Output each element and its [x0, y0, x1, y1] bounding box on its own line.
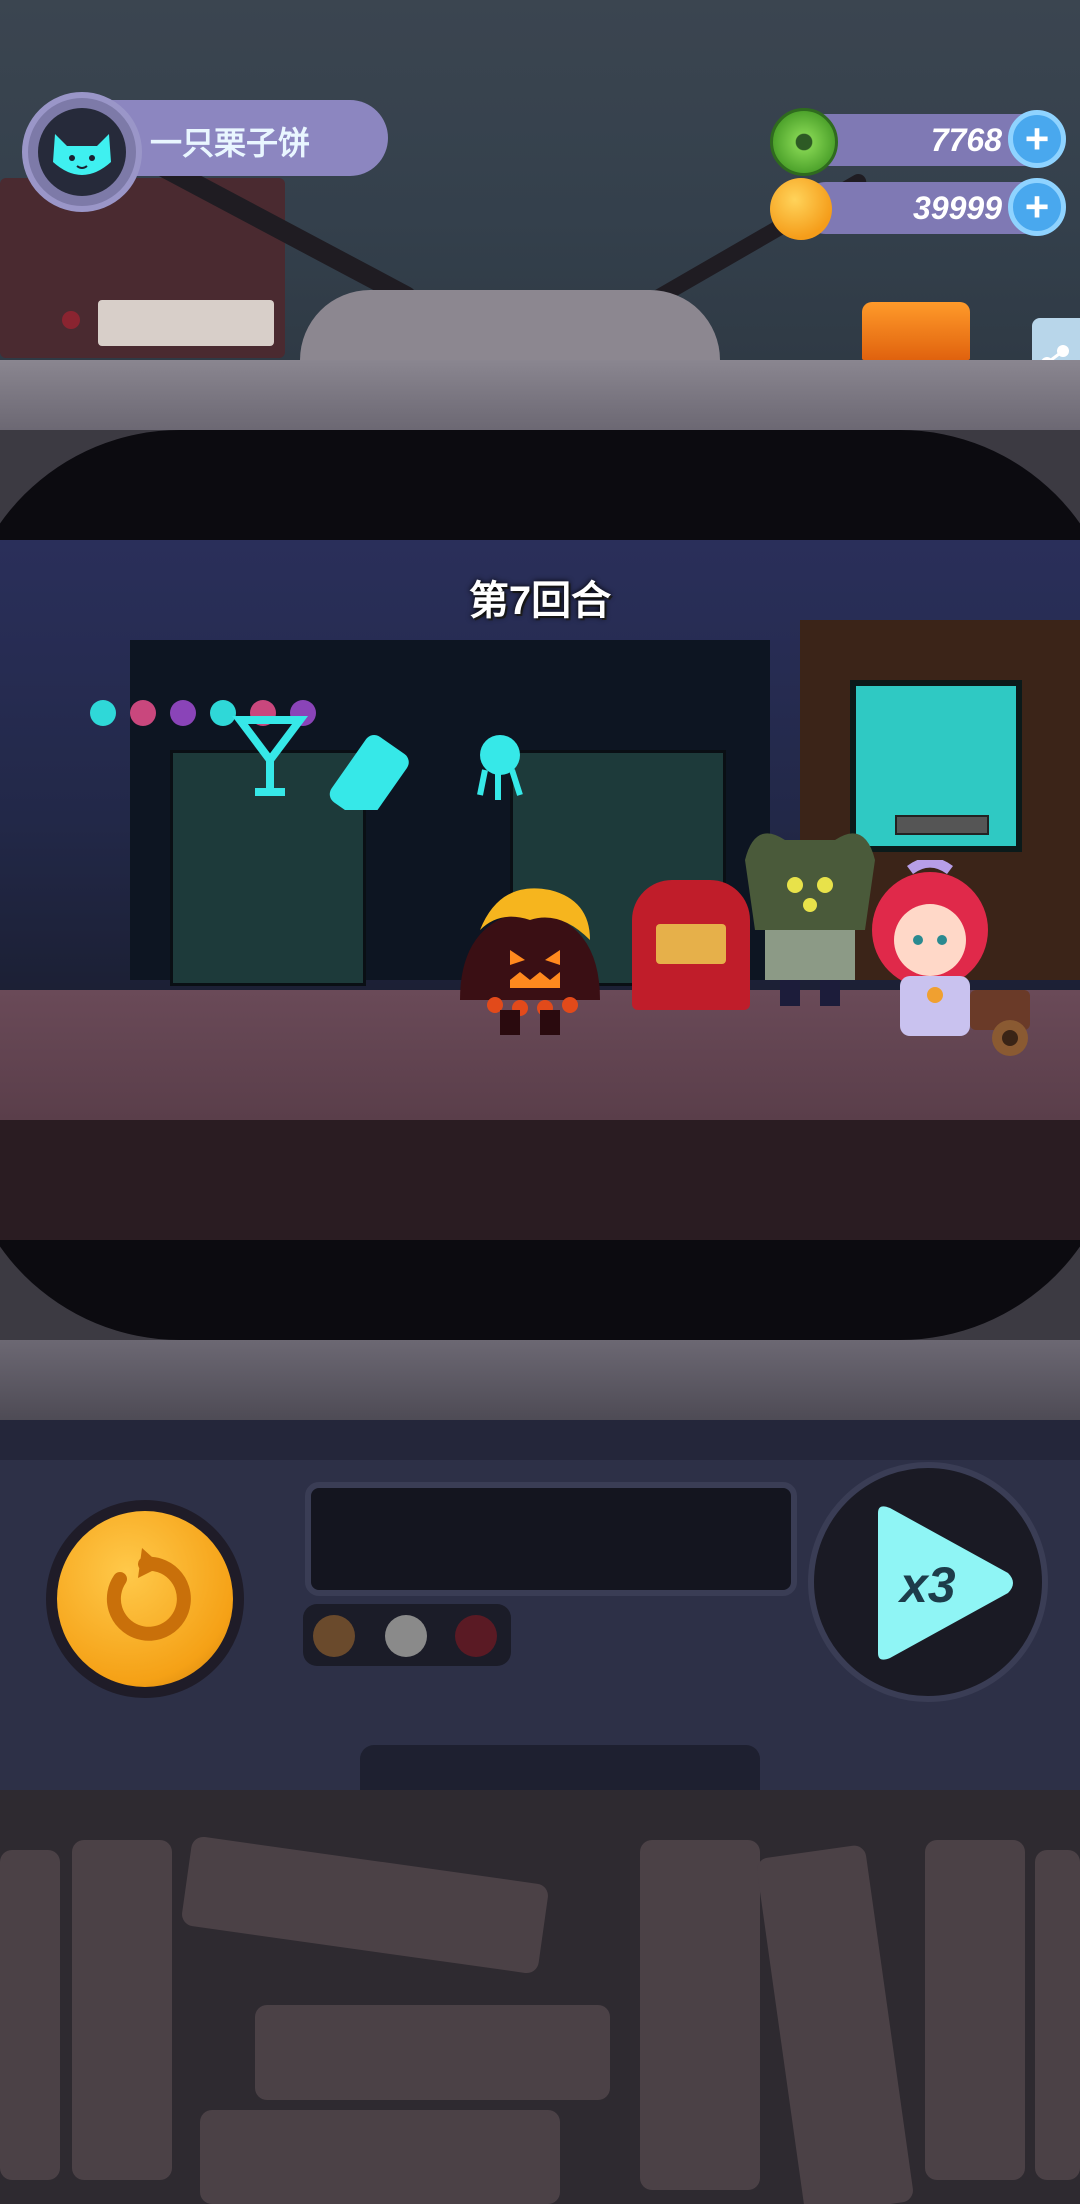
book: [200, 2110, 560, 2204]
book: [755, 1844, 915, 2204]
indicator-light-brown: [313, 1615, 355, 1657]
street-edge: [0, 1120, 1080, 1240]
avatar[interactable]: [22, 92, 142, 212]
shelf-knob: [62, 311, 80, 329]
book: [72, 1840, 172, 2180]
plus-icon: +: [1024, 183, 1050, 230]
panel-display-slot: [305, 1482, 797, 1596]
lamp-base: [300, 290, 720, 360]
retry-icon: [106, 1548, 191, 1641]
hero-health-bar: [895, 815, 989, 835]
indicator-light-gray: [385, 1615, 427, 1657]
round-indicator: 第7回合: [468, 579, 612, 623]
retry-button-face: [57, 1511, 233, 1687]
book: [180, 1835, 550, 1975]
shelf-label: [98, 300, 274, 346]
retry-button[interactable]: [46, 1500, 244, 1698]
orange-siren-light: [862, 302, 970, 360]
book: [925, 1840, 1025, 2180]
panel-foot: [360, 1745, 760, 1790]
tv-top-rim: [0, 360, 1080, 430]
book: [640, 1840, 760, 2190]
bookshelf: [0, 1790, 1080, 2204]
neon-light: [170, 700, 196, 726]
red-mailbox: [632, 880, 750, 1010]
book: [1035, 1850, 1080, 2180]
coin-currency-value: 39999: [913, 190, 1002, 226]
neon-bar-sign-icon: [232, 716, 523, 810]
indicator-light-red: [455, 1615, 497, 1657]
status-lights: [303, 1604, 511, 1666]
control-panel-top: [0, 1420, 1080, 1460]
add-coin-button[interactable]: +: [1008, 178, 1066, 236]
mailbox-slot: [656, 924, 726, 964]
neon-light: [130, 700, 156, 726]
player-name: 一只栗子饼: [150, 125, 311, 161]
book: [0, 1850, 60, 2180]
donut-currency-value: 7768: [930, 122, 1002, 158]
speed-multiplier-label: x3: [900, 1557, 956, 1613]
red-haired-girl-hero[interactable]: [860, 860, 1040, 1060]
fire-monster-enemy[interactable]: [440, 880, 620, 1040]
add-donut-button[interactable]: +: [1008, 110, 1066, 168]
cat-avatar-icon: [38, 108, 126, 196]
neon-light: [90, 700, 116, 726]
game-screen: 一只栗子饼 7768 + 39999 + 第7回合 x3: [0, 0, 1080, 2204]
plus-icon: +: [1024, 115, 1050, 162]
book: [255, 2005, 610, 2100]
tv-bottom-rim: [0, 1340, 1080, 1420]
